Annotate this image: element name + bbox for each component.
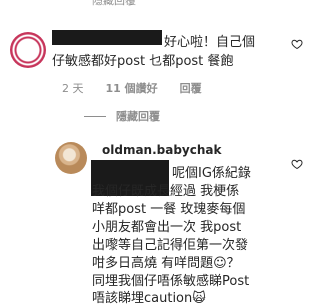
comment-text-line: 好心啦！自己個 <box>164 35 256 50</box>
reply-text-line: 唔該睇埋caution🙀 <box>92 291 206 306</box>
reply-text-line: 咩都post 一餐 玫瑰麥每個 <box>92 202 246 217</box>
heart-icon[interactable] <box>291 158 303 170</box>
reply-avatar[interactable] <box>55 142 87 174</box>
reply-button[interactable]: 回覆 <box>180 80 202 96</box>
redacted-username <box>52 30 162 45</box>
heart-icon[interactable] <box>291 38 303 50</box>
reply-text-line: 呢個IG係紀錄 <box>172 166 251 181</box>
commenter-avatar[interactable] <box>10 32 46 68</box>
comment-meta: 2 天 11 個讚好 回覆 <box>62 80 202 96</box>
comment-text-line: 仔敏感都好post 乜都post 餐飽 <box>52 54 234 69</box>
reply-text-line: 出嚟等自己記得佢第一次發 <box>92 238 249 253</box>
reply-text-line: 小朋友都會出一次 我post <box>92 220 242 235</box>
reply-username[interactable]: oldman.babychak <box>102 143 221 157</box>
reply-text-line: 我個仔既成長經過 我梗係 <box>92 184 240 199</box>
hide-replies-button[interactable]: 隱藏回覆 <box>84 108 160 124</box>
comment-time[interactable]: 2 天 <box>62 80 84 96</box>
hide-replies-label: 隱藏回覆 <box>116 110 160 123</box>
top-hidden-replies-text[interactable]: 隱藏回覆 <box>92 0 136 8</box>
likes-count[interactable]: 11 個讚好 <box>106 80 158 96</box>
reply-text-line: 咁多日高燒 有咩問題☺？ <box>92 256 240 271</box>
replies-divider-line <box>84 115 106 117</box>
